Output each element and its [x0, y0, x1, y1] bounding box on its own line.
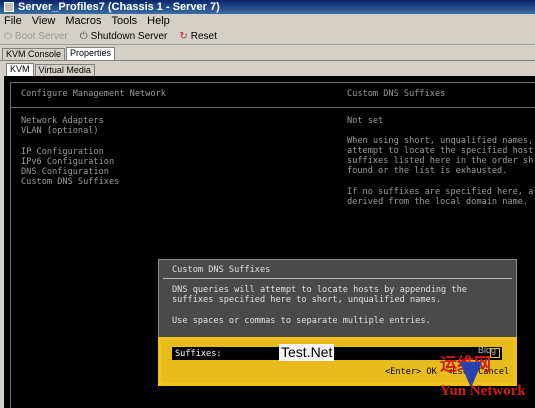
window-title: Server_Profiles7 (Chassis 1 - Server 7)	[18, 1, 220, 13]
shutdown-icon: ⏻	[79, 30, 88, 42]
menu-help[interactable]: Help	[147, 15, 170, 27]
desc-line-2: attempt to locate the specified host	[347, 146, 534, 156]
reset-button[interactable]: ↻ Reset	[179, 31, 217, 42]
top-tab-bar: KVM Console Properties	[0, 47, 535, 61]
right-header: Custom DNS Suffixes	[347, 89, 446, 99]
reset-label: Reset	[190, 31, 217, 42]
menu-item-custom-dns[interactable]: Custom DNS Suffixes	[21, 177, 119, 187]
watermark-en: Yun Network	[440, 383, 526, 399]
desc-line-3: suffixes listed here in the order sh	[347, 156, 534, 166]
dialog-text-1: DNS queries will attempt to locate hosts…	[172, 285, 467, 295]
menu-item-ip-config[interactable]: IP Configuration	[21, 147, 104, 157]
menu-item-dns-config[interactable]: DNS Configuration	[21, 167, 109, 177]
header-divider	[11, 107, 535, 108]
boot-server-label: Boot Server	[14, 31, 68, 42]
desc-line-4: found or the list is exhausted.	[347, 166, 508, 176]
menu-view[interactable]: View	[32, 15, 56, 27]
desc2-line-1: If no suffixes are specified here, a	[347, 187, 534, 197]
watermark-logo: 运维网 Yun Network	[440, 350, 535, 408]
window-titlebar: Server_Profiles7 (Chassis 1 - Server 7)	[0, 0, 535, 14]
menu-item-vlan[interactable]: VLAN (optional)	[21, 126, 99, 136]
desc2-line-2: derived from the local domain name.	[347, 197, 529, 207]
menu-file[interactable]: File	[4, 15, 22, 27]
menu-item-network-adapters[interactable]: Network Adapters	[21, 116, 104, 126]
shutdown-server-button[interactable]: ⏻ Shutdown Server	[80, 31, 168, 42]
tab-virtual-media[interactable]: Virtual Media	[34, 64, 95, 76]
dialog-title-divider	[163, 278, 512, 279]
power-on-icon: ⏻	[4, 30, 12, 42]
dialog-text-2: suffixes specified here to short, unqual…	[172, 295, 442, 305]
toolbar: ⏻ Boot Server ⏻ Shutdown Server ↻ Reset	[0, 29, 535, 45]
menu-bar: File View Macros Tools Help	[0, 14, 535, 28]
suffixes-input[interactable]: Test.Net	[279, 344, 335, 361]
menu-tools[interactable]: Tools	[111, 15, 137, 27]
dialog-text-3: Use spaces or commas to separate multipl…	[172, 316, 431, 326]
reset-icon: ↻	[179, 30, 188, 42]
app-icon	[4, 2, 14, 12]
menu-item-ipv6-config[interactable]: IPv6 Configuration	[21, 157, 114, 167]
shutdown-server-label: Shutdown Server	[90, 31, 168, 42]
dns-status: Not set	[347, 116, 384, 126]
tab-kvm[interactable]: KVM	[6, 63, 34, 76]
tab-properties[interactable]: Properties	[66, 47, 116, 60]
left-header: Configure Management Network	[21, 89, 166, 99]
suffixes-label: Suffixes:	[175, 348, 222, 359]
sub-tab-bar: KVM Virtual Media	[4, 63, 535, 76]
boot-server-button[interactable]: ⏻ Boot Server	[4, 31, 68, 42]
menu-macros[interactable]: Macros	[65, 15, 101, 27]
desc-line-1: When using short, unqualified names,	[347, 136, 534, 146]
tab-kvm-console[interactable]: KVM Console	[2, 48, 66, 60]
dialog-title: Custom DNS Suffixes	[172, 265, 271, 275]
